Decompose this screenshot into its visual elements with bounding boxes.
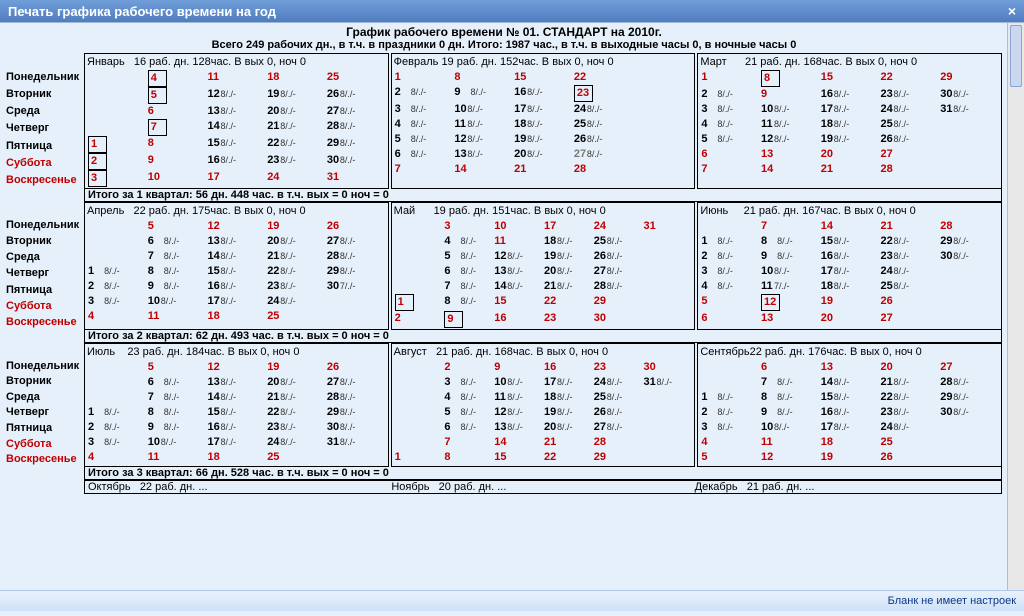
scrollbar-thumb[interactable] bbox=[1010, 25, 1022, 87]
viewport: График рабочего времени № 01. СТАНДАРТ н… bbox=[0, 22, 1024, 611]
quarter-1-total: Итого за 1 квартал: 56 дн. 448 час. в т.… bbox=[84, 189, 1002, 202]
scrollbar[interactable] bbox=[1007, 23, 1024, 591]
report-title: График рабочего времени № 01. СТАНДАРТ н… bbox=[6, 25, 1002, 39]
month-jun: Июнь 21 раб. дн. 167час. В вых 0, ноч 0 … bbox=[697, 202, 1002, 330]
window-titlebar: Печать графика рабочего времени на год × bbox=[0, 0, 1024, 22]
status-text: Бланк не имеет настроек bbox=[888, 595, 1016, 607]
quarter-2-row: ПонедельникВторникСреда ЧетвергПятница С… bbox=[6, 202, 1002, 330]
month-apr: Апрель 22 раб. дн. 175час. В вых 0, ноч … bbox=[84, 202, 389, 330]
month-jul: Июль 23 раб. дн. 184час. В вых 0, ноч 0 … bbox=[84, 343, 389, 467]
report-summary: Всего 249 рабочих дн., в т.ч. в праздник… bbox=[6, 39, 1002, 51]
month-may: Май 19 раб. дн. 151час. В вых 0, ноч 0 3… bbox=[391, 202, 696, 330]
day-of-week-labels: Понедельник Вторник Среда Четверг Пятниц… bbox=[6, 68, 84, 189]
quarter-4-row-partial: Октябрь 22 раб. дн. ... Ноябрь 20 раб. д… bbox=[84, 480, 1002, 494]
close-icon[interactable]: × bbox=[1008, 3, 1016, 19]
quarter-2-total: Итого за 2 квартал: 62 дн. 493 час. в т.… bbox=[84, 330, 1002, 343]
month-jan: Январь 16 раб. дн. 128час. В вых 0, ноч … bbox=[84, 53, 389, 189]
month-aug: Август 21 раб. дн. 168час. В вых 0, ноч … bbox=[391, 343, 696, 467]
status-bar: Бланк не имеет настроек bbox=[0, 590, 1024, 611]
month-feb: Февраль 19 раб. дн. 152час. В вых 0, ноч… bbox=[391, 53, 696, 189]
month-sep: Сентябрь22 раб. дн. 176час. В вых 0, ноч… bbox=[697, 343, 1002, 467]
window-title: Печать графика рабочего времени на год bbox=[8, 4, 276, 19]
month-mar: Март 21 раб. дн. 168час. В вых 0, ноч 0 … bbox=[697, 53, 1002, 189]
report-page: График рабочего времени № 01. СТАНДАРТ н… bbox=[0, 23, 1008, 496]
quarter-3-row: ПонедельникВторникСреда ЧетвергПятница С… bbox=[6, 343, 1002, 467]
quarter-3-total: Итого за 3 квартал: 66 дн. 528 час. в т.… bbox=[84, 467, 1002, 480]
quarter-1-row: Понедельник Вторник Среда Четверг Пятниц… bbox=[6, 53, 1002, 189]
